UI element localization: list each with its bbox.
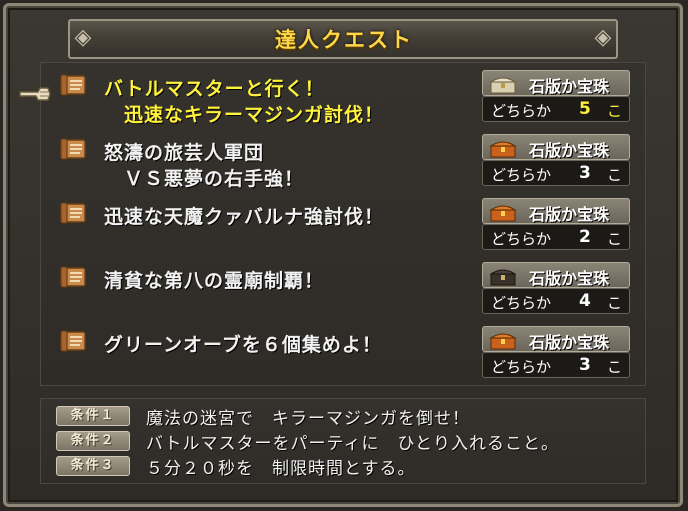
quest-item[interactable]: グリーンオーブを６個集めよ！ 石版か宝珠 どちらか 3 こ: [56, 322, 636, 378]
reward-choose: どちらか: [491, 166, 552, 184]
reward-choose: どちらか: [491, 358, 552, 376]
condition-row: 条件１ 魔法の迷宮で キラーマジンガを倒せ！: [56, 404, 646, 429]
condition-text: ５分２０秒を 制限時間とする。: [146, 459, 416, 479]
reward-name: 石版か宝珠: [529, 333, 610, 352]
scroll-icon: [60, 74, 86, 96]
reward-count: 5: [579, 99, 591, 119]
reward-count: 3: [579, 355, 591, 375]
reward-box: 石版か宝珠 どちらか 3 こ: [482, 134, 630, 186]
treasure-chest-icon: [489, 77, 517, 94]
reward-unit: こ: [607, 358, 623, 376]
reward-count: 4: [579, 291, 591, 311]
condition-badge: 条件３: [56, 456, 130, 476]
reward-choose: どちらか: [491, 294, 552, 312]
scroll-icon: [60, 266, 86, 288]
quest-title-line2: 迅速なキラーマジンガ討伐！: [124, 104, 385, 126]
condition-text: 魔法の迷宮で キラーマジンガを倒せ！: [146, 409, 470, 429]
reward-box: 石版か宝珠 どちらか 2 こ: [482, 198, 630, 250]
reward-count: 3: [579, 163, 591, 183]
condition-badge: 条件２: [56, 431, 130, 451]
scroll-icon: [60, 138, 86, 160]
quest-title-line1: 清貧な第八の霊廟制覇！: [104, 270, 325, 292]
scroll-icon: [60, 330, 86, 352]
reward-unit: こ: [607, 294, 623, 312]
quest-title-line2: ＶＳ悪夢の右手強！: [124, 168, 305, 190]
quest-item[interactable]: 清貧な第八の霊廟制覇！ 石版か宝珠 どちらか 4 こ: [56, 258, 636, 314]
reward-name: 石版か宝珠: [529, 269, 610, 288]
condition-row: 条件３ ５分２０秒を 制限時間とする。: [56, 454, 646, 479]
reward-unit: こ: [607, 102, 623, 120]
condition-badge: 条件１: [56, 406, 130, 426]
quest-item[interactable]: 怒濤の旅芸人軍団 ＶＳ悪夢の右手強！ 石版か宝珠 どちらか 3 こ: [56, 130, 636, 190]
treasure-chest-icon: [489, 205, 517, 222]
reward-name: 石版か宝珠: [529, 141, 610, 160]
reward-count: 2: [579, 227, 591, 247]
reward-unit: こ: [607, 230, 623, 248]
reward-choose: どちらか: [491, 230, 552, 248]
reward-box: 石版か宝珠 どちらか 4 こ: [482, 262, 630, 314]
quest-title-line1: バトルマスターと行く！: [104, 78, 325, 100]
reward-unit: こ: [607, 166, 623, 184]
page-title: 達人クエスト: [275, 28, 413, 52]
reward-box: 石版か宝珠 どちらか 3 こ: [482, 326, 630, 378]
quest-item[interactable]: バトルマスターと行く！ 迅速なキラーマジンガ討伐！ 石版か宝珠 どちらか 5 こ: [56, 66, 636, 126]
reward-choose: どちらか: [491, 102, 552, 120]
quest-title-line1: 迅速な天魔クァバルナ強討伐！: [104, 206, 385, 228]
treasure-chest-icon: [489, 141, 517, 158]
quest-title-line1: グリーンオーブを６個集めよ！: [104, 334, 382, 356]
quest-item[interactable]: 迅速な天魔クァバルナ強討伐！ 石版か宝珠 どちらか 2 こ: [56, 194, 636, 250]
treasure-chest-icon: [489, 333, 517, 350]
reward-box: 石版か宝珠 どちらか 5 こ: [482, 70, 630, 122]
reward-name: 石版か宝珠: [529, 205, 610, 224]
condition-row: 条件２ バトルマスターをパーティに ひとり入れること。: [56, 429, 646, 454]
scroll-icon: [60, 202, 86, 224]
condition-text: バトルマスターをパーティに ひとり入れること。: [146, 434, 559, 454]
pointer-hand-icon: [19, 87, 51, 101]
reward-name: 石版か宝珠: [529, 77, 610, 96]
quest-title-line1: 怒濤の旅芸人軍団: [104, 142, 265, 164]
treasure-chest-icon: [489, 269, 517, 286]
